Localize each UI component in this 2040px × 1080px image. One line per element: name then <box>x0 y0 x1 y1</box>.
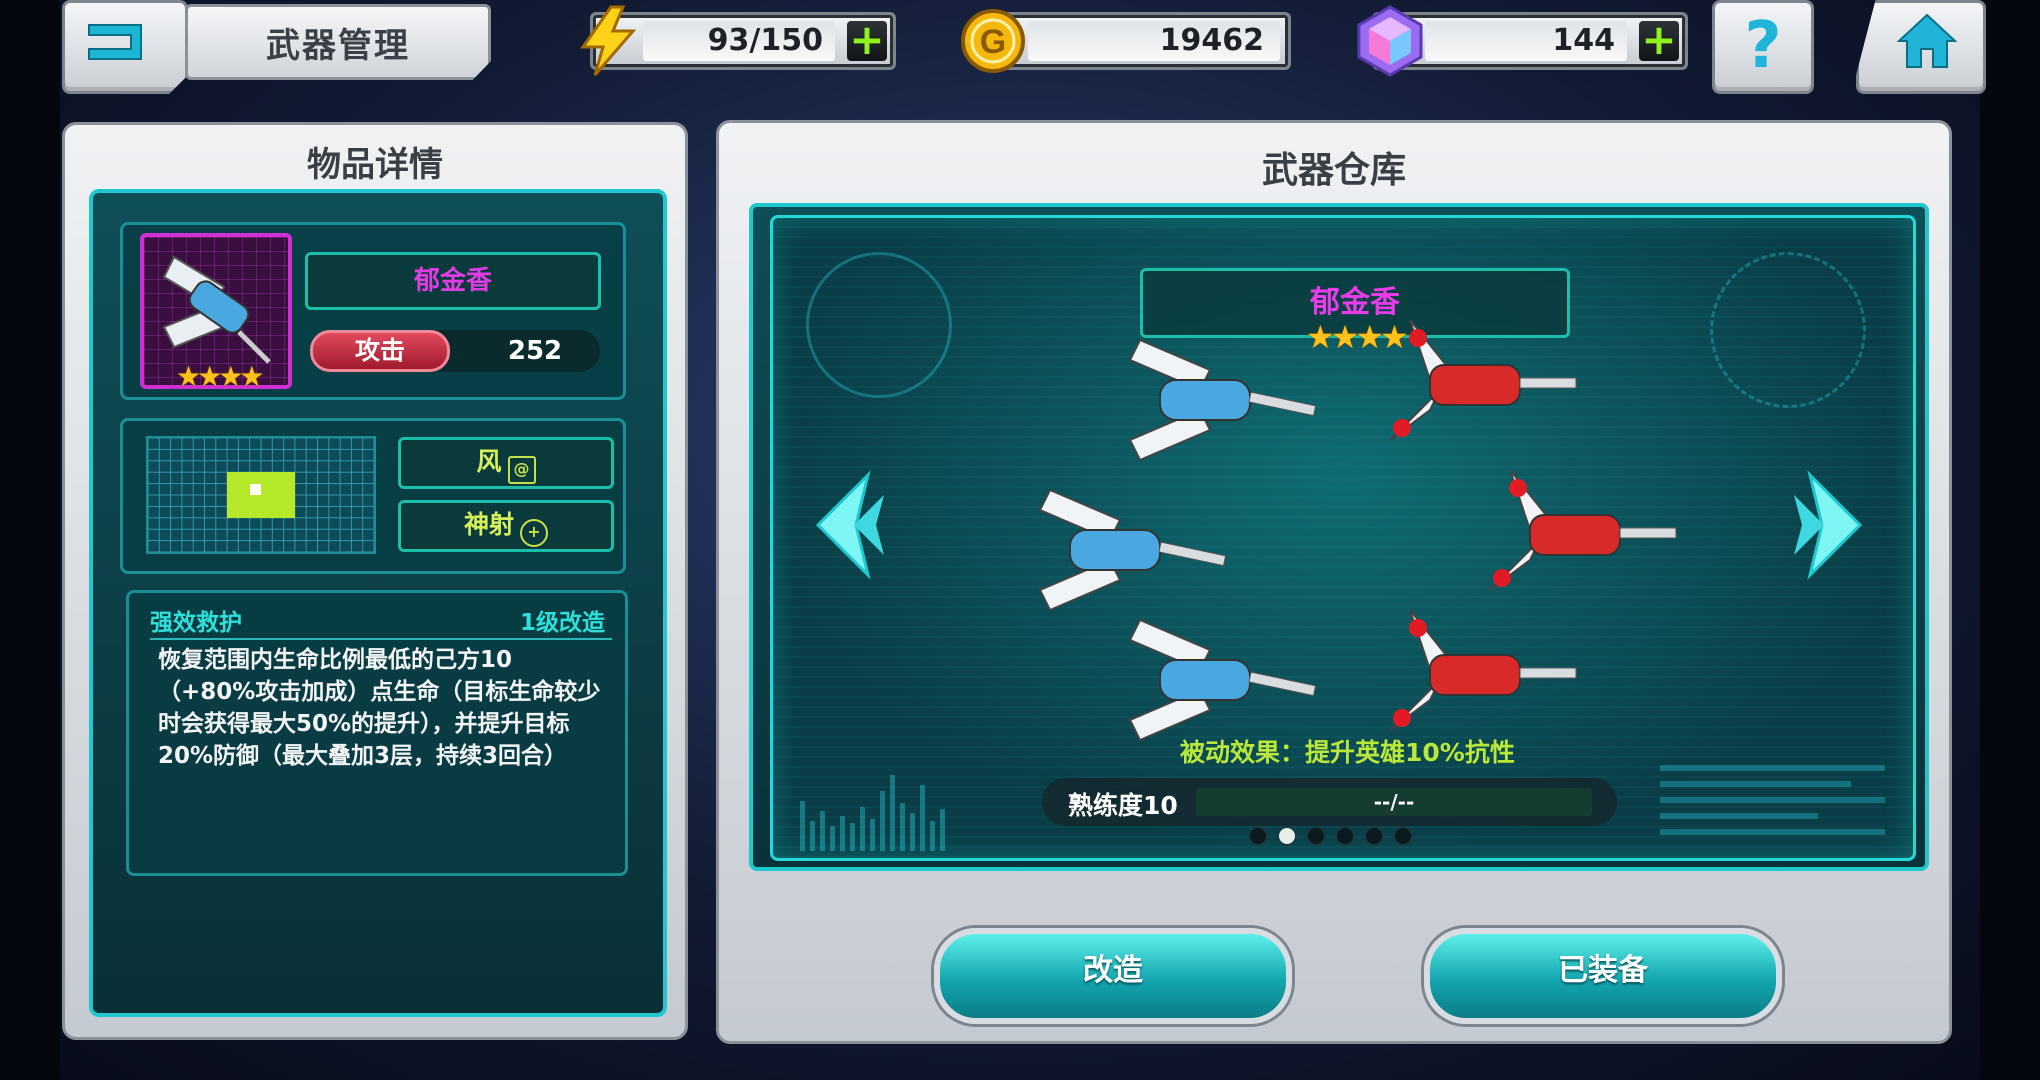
drone-red[interactable] <box>1360 600 1580 750</box>
attack-stat: 攻击 252 <box>310 330 600 372</box>
modify-button[interactable]: 改造 <box>934 928 1292 1024</box>
page-dot[interactable] <box>1366 828 1382 844</box>
attack-label: 攻击 <box>310 330 450 372</box>
page-dot[interactable] <box>1395 828 1411 844</box>
element-tag-label: 风 <box>476 447 502 476</box>
page-dot[interactable] <box>1279 828 1295 844</box>
skill-name: 强效救护 <box>150 610 242 636</box>
mastery-bar: 熟练度10 --/-- <box>1042 778 1617 826</box>
back-icon <box>88 24 142 60</box>
weapon-rarity-stars: ★★★★ <box>176 360 264 393</box>
mastery-value: --/-- <box>1196 788 1592 816</box>
left-letterbox <box>0 0 60 1080</box>
svg-text:G: G <box>980 23 1006 61</box>
gem-icon <box>1357 5 1423 77</box>
lines-decoration <box>1660 765 1885 845</box>
gem-value: 144 <box>1552 23 1615 58</box>
arrow-right-icon[interactable] <box>1790 465 1870 585</box>
element-tag: 风 @ <box>398 437 614 489</box>
weapon-name: 郁金香 <box>305 252 601 310</box>
add-energy-button[interactable]: + <box>847 19 887 61</box>
gold-coin-icon: G <box>961 9 1025 73</box>
plus-icon: + <box>1641 15 1677 64</box>
back-button[interactable] <box>62 0 188 94</box>
drone-blue[interactable] <box>1010 480 1230 620</box>
equipped-button[interactable]: 已装备 <box>1424 928 1782 1024</box>
gold-bar: G 19462 <box>961 9 1291 73</box>
class-tag-label: 神射 <box>463 510 514 539</box>
drone-blue[interactable] <box>1100 330 1320 470</box>
radar-decoration <box>806 252 952 398</box>
attack-value: 252 <box>507 336 563 366</box>
page-title: 武器管理 <box>185 4 491 80</box>
warehouse-title: 武器仓库 <box>1261 150 1406 191</box>
drone-red[interactable] <box>1360 310 1580 460</box>
lightning-icon <box>580 5 637 76</box>
help-button[interactable]: ? <box>1712 0 1814 94</box>
passive-effect: 被动效果：提升英雄10%抗性 <box>1180 738 1515 767</box>
arrow-left-icon[interactable] <box>808 465 888 585</box>
right-letterbox <box>1980 0 2040 1080</box>
class-tag: 神射 + <box>398 500 614 552</box>
page-dot[interactable] <box>1337 828 1353 844</box>
page-dot[interactable] <box>1250 828 1266 844</box>
equalizer-decoration <box>800 775 945 851</box>
help-icon: ? <box>1744 9 1782 83</box>
crosshair-icon: + <box>520 519 548 547</box>
energy-bar: 93/150 + <box>580 5 896 76</box>
gem-bar: 144 + <box>1357 5 1688 77</box>
skill-level: 1级改造 <box>520 610 606 636</box>
page-dot[interactable] <box>1308 828 1324 844</box>
home-button[interactable] <box>1856 0 1986 94</box>
add-gem-button[interactable]: + <box>1639 19 1679 61</box>
plus-icon: + <box>849 15 885 64</box>
drone-red[interactable] <box>1460 460 1680 610</box>
gold-value: 19462 <box>1159 23 1264 58</box>
home-icon <box>1897 13 1957 68</box>
page-indicator <box>1250 828 1411 844</box>
skill-description: 恢复范围内生命比例最低的己方10（+80%攻击加成）点生命（目标生命较少时会获得… <box>158 647 601 769</box>
wind-icon: @ <box>507 456 536 484</box>
item-detail-title: 物品详情 <box>307 145 443 185</box>
dial-decoration <box>1710 252 1866 408</box>
energy-value: 93/150 <box>707 23 823 58</box>
drone-blue[interactable] <box>1100 610 1320 750</box>
mastery-label: 熟练度10 <box>1068 791 1178 820</box>
attack-range-grid <box>146 436 376 554</box>
